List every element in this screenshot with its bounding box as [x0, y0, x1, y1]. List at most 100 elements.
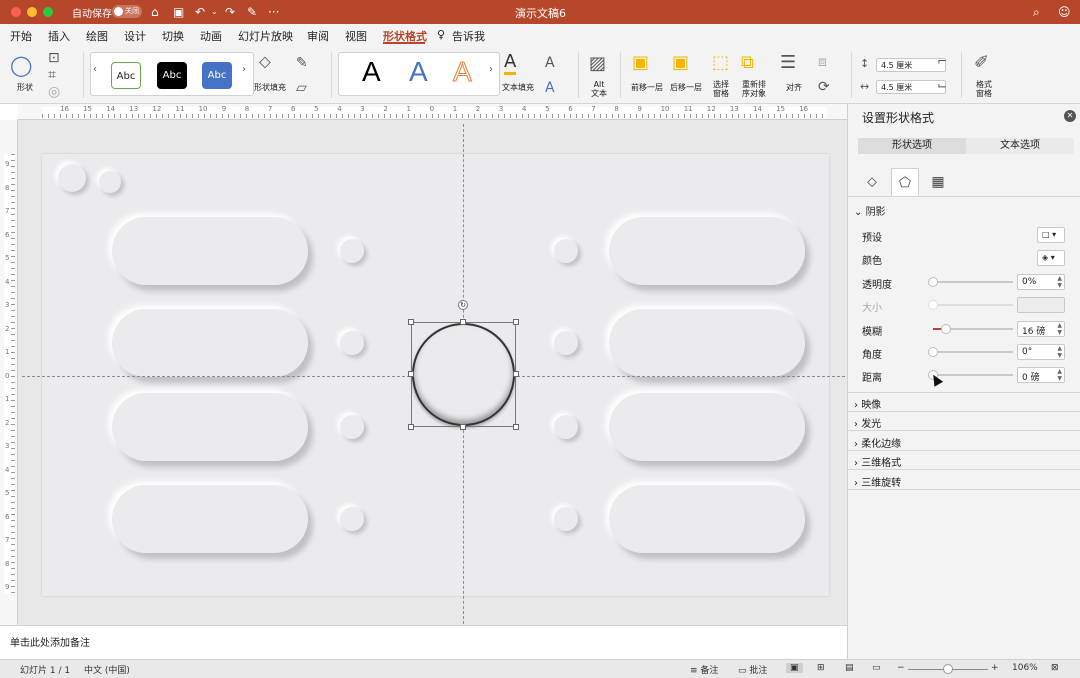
bring-forward-label[interactable]: 前移一层	[631, 82, 663, 93]
language-indicator[interactable]: 中文 (中国)	[84, 663, 130, 676]
wordart-orange-outline[interactable]: A	[453, 56, 473, 88]
maximize-window-button[interactable]	[43, 7, 53, 17]
3d-format-section-header[interactable]: › 三维格式	[854, 454, 901, 469]
spin-arrows-icon[interactable]: ▲ ▼	[1057, 322, 1062, 336]
edit-shape-icon[interactable]: ⌗	[48, 67, 56, 83]
close-window-button[interactable]	[11, 7, 21, 17]
resize-handle-e[interactable]	[513, 371, 519, 377]
undo-dropdown-icon[interactable]: ⌄	[211, 4, 218, 20]
effects-pentagon-icon[interactable]: ⬠	[891, 168, 919, 196]
save-icon[interactable]: ▣	[173, 4, 184, 20]
dot-shape-left-2[interactable]	[340, 331, 364, 355]
decor-dot[interactable]	[58, 164, 86, 192]
resize-handle-s[interactable]	[460, 424, 466, 430]
pill-shape-right-3[interactable]	[609, 393, 805, 461]
dot-shape-right-2[interactable]	[554, 331, 578, 355]
slider-knob[interactable]	[940, 324, 951, 334]
size-properties-icon[interactable]: ▦	[924, 168, 952, 196]
reading-view-icon[interactable]: ▤	[845, 663, 854, 673]
more-icon[interactable]: ···	[268, 4, 279, 20]
pill-shape-left-4[interactable]	[112, 485, 308, 553]
soft-edges-section-header[interactable]: › 柔化边缘	[854, 435, 901, 450]
shape-fill-icon[interactable]: ⬦	[259, 52, 271, 72]
dot-shape-right-4[interactable]	[554, 507, 578, 531]
pill-shape-left-2[interactable]	[112, 309, 308, 377]
rotate-handle-icon[interactable]: ↻	[458, 300, 468, 310]
glow-section-header[interactable]: › 发光	[854, 415, 881, 430]
redo-icon[interactable]: ↷	[225, 4, 235, 20]
tab-insert[interactable]: 插入	[48, 28, 70, 44]
lock-ratio-icon[interactable]: ⌙	[937, 78, 947, 92]
home-icon[interactable]: ⌂	[151, 4, 159, 20]
style-swatch-black[interactable]: Abc	[157, 62, 187, 89]
group-icon[interactable]: ⧈	[818, 54, 827, 70]
fit-to-window-icon[interactable]: ⊠	[1051, 663, 1059, 673]
tab-design[interactable]: 设计	[124, 28, 146, 44]
shape-fill-label[interactable]: 形状填充	[254, 82, 286, 93]
transparency-field[interactable]: 0% ▲ ▼	[1017, 274, 1065, 290]
fill-line-icon[interactable]: ⬦	[858, 168, 886, 196]
selection-pane-label[interactable]: 选择 窗格	[713, 80, 729, 98]
shape-width-field[interactable]: 4.5 厘米	[876, 80, 946, 94]
tab-shape-options[interactable]: 形状选项	[858, 138, 966, 154]
reflection-section-header[interactable]: › 映像	[854, 396, 881, 411]
slide-sorter-icon[interactable]: ⊞	[817, 663, 825, 673]
text-outline-icon[interactable]: A	[545, 55, 555, 71]
zoom-level[interactable]: 106%	[1012, 663, 1038, 673]
edit-icon[interactable]: ✎	[247, 4, 257, 20]
shadow-section-header[interactable]: ⌄ 阴影	[854, 203, 886, 218]
spin-arrows-icon[interactable]: ▲ ▼	[1057, 275, 1062, 289]
rotate-icon[interactable]: ⟳	[818, 79, 830, 95]
distance-slider[interactable]	[928, 370, 1013, 380]
blur-slider[interactable]	[933, 324, 1013, 334]
shapes-label[interactable]: 形状	[17, 82, 33, 93]
angle-field[interactable]: 0° ▲ ▼	[1017, 344, 1065, 360]
send-backward-icon[interactable]: ▣	[672, 52, 689, 73]
selection-pane-icon[interactable]: ⬚	[712, 52, 729, 73]
zoom-slider-knob[interactable]	[943, 664, 953, 674]
text-effects-icon[interactable]: A	[545, 80, 555, 96]
close-icon[interactable]: ✕	[1064, 110, 1076, 122]
dot-shape-left-3[interactable]	[340, 415, 364, 439]
shape-effects-icon[interactable]: ▱	[296, 80, 307, 96]
undo-icon[interactable]: ↶	[195, 4, 205, 20]
gallery-prev-icon[interactable]: ‹	[93, 64, 97, 75]
zoom-out-icon[interactable]: −	[897, 663, 905, 673]
pill-shape-right-2[interactable]	[609, 309, 805, 377]
tab-slideshow[interactable]: 幻灯片放映	[238, 28, 293, 44]
tab-animations[interactable]: 动画	[200, 28, 222, 44]
dot-shape-left-4[interactable]	[340, 507, 364, 531]
resize-handle-ne[interactable]	[513, 319, 519, 325]
autosave-toggle[interactable]: 关闭	[112, 5, 142, 18]
alt-text-icon[interactable]: ▨	[589, 53, 606, 74]
comments-toggle[interactable]: ▭ 批注	[738, 663, 767, 676]
format-pane-icon[interactable]: ✐	[974, 52, 989, 73]
normal-view-icon[interactable]: ▣	[786, 663, 803, 673]
tab-tell-me[interactable]: 告诉我	[452, 28, 485, 44]
tab-review[interactable]: 审阅	[307, 28, 329, 44]
pill-shape-right-4[interactable]	[609, 485, 805, 553]
tab-view[interactable]: 视图	[345, 28, 367, 44]
transparency-slider[interactable]	[928, 277, 1013, 287]
align-icon[interactable]: ☰	[780, 52, 796, 73]
blur-field[interactable]: 16 磅 ▲ ▼	[1017, 321, 1065, 337]
tab-home[interactable]: 开始	[10, 28, 32, 44]
3d-rotation-section-header[interactable]: › 三维旋转	[854, 474, 901, 489]
account-icon[interactable]: ☺	[1058, 4, 1071, 20]
distance-field[interactable]: 0 磅 ▲ ▼	[1017, 367, 1065, 383]
spin-arrows-icon[interactable]: ▲ ▼	[1057, 345, 1062, 359]
shape-outline-icon[interactable]: ✎	[296, 55, 308, 71]
shapes-icon[interactable]: ◯	[10, 53, 32, 77]
text-box-icon[interactable]: ⊡	[48, 50, 60, 66]
tab-draw[interactable]: 绘图	[86, 28, 108, 44]
zoom-slider[interactable]	[908, 664, 988, 674]
shadow-preset-picker[interactable]: □ ▾	[1037, 227, 1065, 243]
spin-arrows-icon[interactable]: ▲ ▼	[1057, 368, 1062, 382]
send-backward-label[interactable]: 后移一层	[670, 82, 702, 93]
align-label[interactable]: 对齐	[786, 82, 802, 93]
text-fill-label[interactable]: 文本填充	[502, 82, 534, 93]
slider-knob[interactable]	[928, 277, 938, 287]
resize-handle-nw[interactable]	[408, 319, 414, 325]
style-swatch-outline[interactable]: Abc	[111, 62, 141, 89]
resize-handle-se[interactable]	[513, 424, 519, 430]
